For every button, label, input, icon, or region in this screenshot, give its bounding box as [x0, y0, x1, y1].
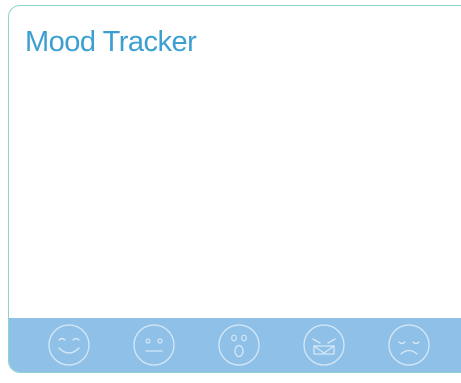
mood-selector-bar [9, 318, 461, 372]
mood-button-happy[interactable] [47, 323, 91, 367]
sad-face-icon [388, 324, 430, 366]
mood-tracker-card: Mood Tracker [8, 5, 461, 373]
mood-button-neutral[interactable] [132, 323, 176, 367]
angry-face-icon [303, 324, 345, 366]
happy-face-icon [48, 324, 90, 366]
mood-button-sad[interactable] [387, 323, 431, 367]
app-title: Mood Tracker [25, 26, 197, 58]
mood-button-angry[interactable] [302, 323, 346, 367]
neutral-face-icon [133, 324, 175, 366]
surprised-face-icon [218, 324, 260, 366]
mood-button-surprised[interactable] [217, 323, 261, 367]
